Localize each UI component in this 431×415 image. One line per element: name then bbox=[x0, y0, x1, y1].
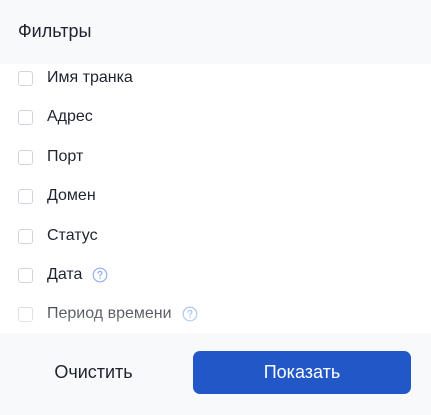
filter-item-date[interactable]: Дата bbox=[18, 262, 108, 288]
filter-item-port[interactable]: Порт bbox=[18, 144, 83, 170]
filter-item-label: Статус bbox=[47, 227, 98, 244]
filters-title: Фильтры bbox=[18, 21, 92, 41]
filter-item-address[interactable]: Адрес bbox=[18, 104, 93, 130]
show-button[interactable]: Показать bbox=[193, 351, 411, 394]
filters-panel: Фильтры Имя транка Адрес Порт Домен Стат… bbox=[0, 0, 431, 415]
filter-item-label: Период времени bbox=[47, 305, 172, 322]
help-icon[interactable] bbox=[92, 267, 108, 283]
filters-list[interactable]: Имя транка Адрес Порт Домен Статус Дата bbox=[0, 59, 431, 334]
filters-header: Фильтры bbox=[0, 0, 431, 64]
filter-item-trunk-name[interactable]: Имя транка bbox=[18, 65, 133, 91]
filter-item-label: Домен bbox=[47, 187, 96, 204]
help-icon[interactable] bbox=[182, 306, 198, 322]
port-checkbox[interactable] bbox=[18, 149, 33, 165]
status-checkbox[interactable] bbox=[18, 228, 33, 244]
clear-button[interactable]: Очистить bbox=[21, 351, 166, 394]
filter-item-time-period[interactable]: Период времени bbox=[18, 301, 198, 327]
filter-item-label: Имя транка bbox=[47, 69, 133, 86]
filter-item-label: Дата bbox=[47, 266, 83, 283]
time-period-checkbox[interactable] bbox=[18, 306, 33, 322]
filter-item-status[interactable]: Статус bbox=[18, 223, 98, 249]
address-checkbox[interactable] bbox=[18, 109, 33, 125]
filters-footer: Очистить Показать bbox=[0, 333, 431, 415]
domain-checkbox[interactable] bbox=[18, 188, 33, 204]
filter-item-label: Адрес bbox=[47, 108, 93, 125]
filter-item-label: Порт bbox=[47, 148, 84, 165]
trunk-name-checkbox[interactable] bbox=[18, 70, 33, 86]
date-checkbox[interactable] bbox=[18, 267, 33, 283]
filter-item-domain[interactable]: Домен bbox=[18, 183, 96, 209]
